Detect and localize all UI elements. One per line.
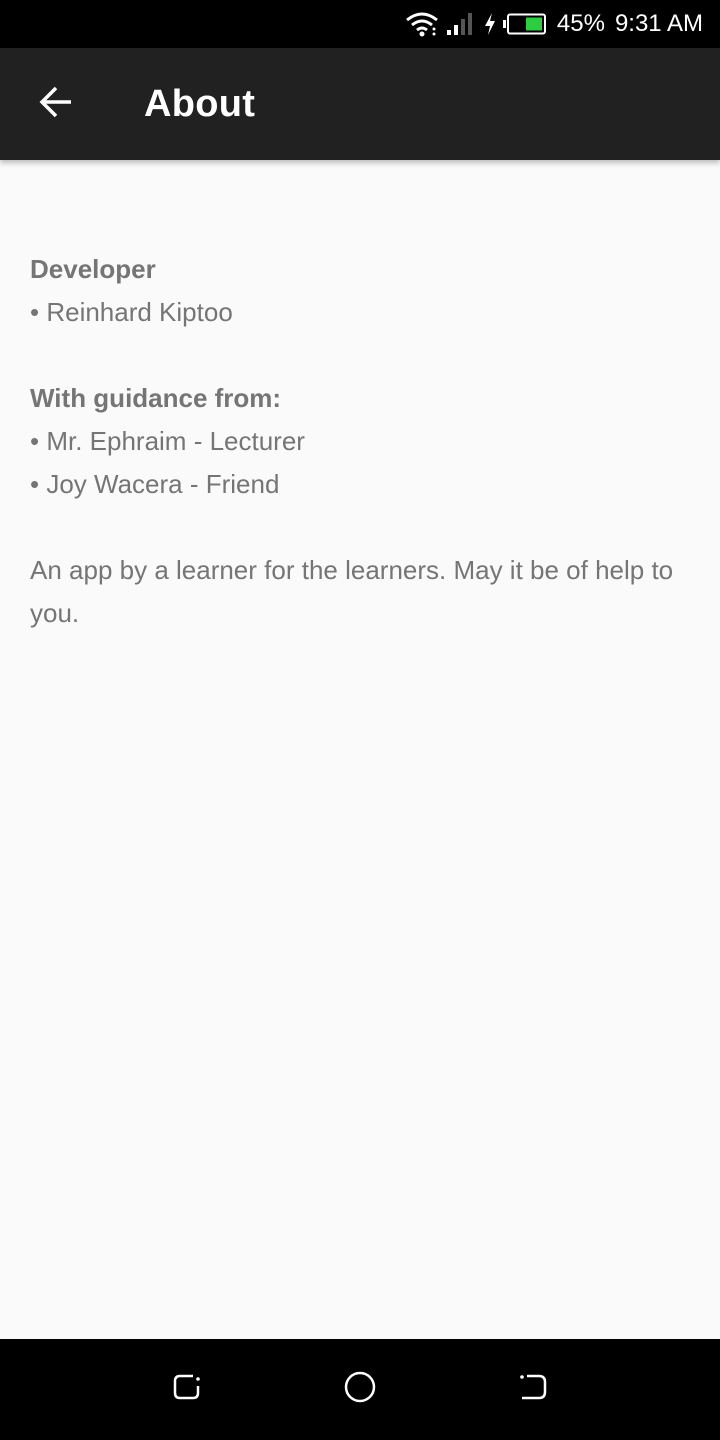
developer-name: • Reinhard Kiptoo xyxy=(30,297,233,327)
recent-apps-icon xyxy=(171,1371,203,1408)
guidance-item: • Mr. Ephraim - Lecturer xyxy=(30,426,305,456)
back-nav-icon xyxy=(517,1371,549,1408)
home-icon xyxy=(343,1370,377,1409)
developer-heading: Developer xyxy=(30,254,156,284)
guidance-heading: With guidance from: xyxy=(30,383,282,413)
battery-icon xyxy=(502,13,547,35)
back-nav-button[interactable] xyxy=(503,1360,563,1420)
app-bar: About xyxy=(0,48,720,160)
charging-bolt-icon xyxy=(483,12,497,36)
wifi-icon xyxy=(405,11,439,37)
tagline: An app by a learner for the learners. Ma… xyxy=(30,555,674,628)
home-button[interactable] xyxy=(330,1360,390,1420)
back-button[interactable] xyxy=(0,48,112,160)
arrow-left-icon xyxy=(38,84,74,125)
battery-percent: 45% xyxy=(556,10,605,37)
guidance-item: • Joy Wacera - Friend xyxy=(30,469,280,499)
page-title: About xyxy=(144,82,256,125)
clock: 9:31 AM xyxy=(614,10,703,37)
recent-apps-button[interactable] xyxy=(157,1360,217,1420)
signal-icon xyxy=(445,12,473,36)
navigation-bar xyxy=(0,1339,720,1440)
about-content: Developer • Reinhard Kiptoo With guidanc… xyxy=(30,248,690,635)
status-bar: 45% 9:31 AM xyxy=(0,0,720,48)
